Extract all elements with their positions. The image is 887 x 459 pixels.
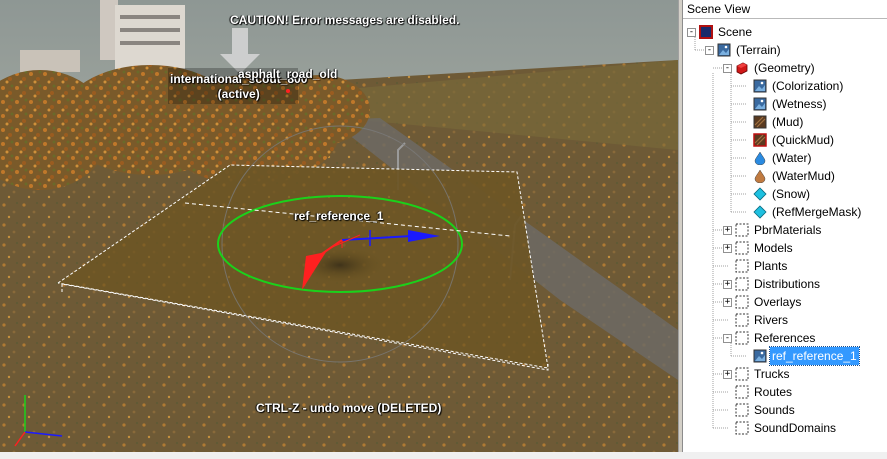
tree-item-references[interactable]: - References <box>683 329 887 347</box>
tree-item-models[interactable]: + Models <box>683 239 887 257</box>
tree-item-label: Routes <box>754 385 793 399</box>
reference-image-icon <box>753 349 767 363</box>
tree-item-label: (WaterMud) <box>772 169 835 183</box>
tree-item-routes[interactable]: Routes <box>683 383 887 401</box>
quickmud-texture-icon <box>753 133 767 147</box>
terrain-scene-render[interactable] <box>0 0 678 452</box>
trucks-folder-icon <box>735 367 749 381</box>
tree-item-label: Overlays <box>754 295 802 309</box>
expand-toggle-overlays[interactable]: + <box>723 298 732 307</box>
tree-item-trucks[interactable]: + Trucks <box>683 365 887 383</box>
expand-toggle-models[interactable]: + <box>723 244 732 253</box>
tree-item-label: ref_reference_1 <box>769 346 860 366</box>
tree-item-refmergemask[interactable]: (RefMergeMask) <box>683 203 887 221</box>
tree-item-scene[interactable]: - Scene <box>683 23 887 41</box>
gizmo-object-label: ref_reference_1 <box>294 209 384 223</box>
tree-item-label: (Water) <box>772 151 812 165</box>
collapse-toggle-terrain[interactable]: - <box>705 46 714 55</box>
references-folder-icon <box>735 331 749 345</box>
terrain-icon <box>717 43 731 57</box>
collapse-toggle-references[interactable]: - <box>723 334 732 343</box>
tree-item-sounddomains[interactable]: SoundDomains <box>683 419 887 437</box>
rivers-folder-icon <box>735 313 749 327</box>
distributions-folder-icon <box>735 277 749 291</box>
tree-item-label: PbrMaterials <box>754 223 822 237</box>
scene-view-title: Scene View <box>683 0 887 19</box>
tree-item-label: Models <box>754 241 793 255</box>
expand-toggle-pbrmaterials[interactable]: + <box>723 226 732 235</box>
selected-object-status: (active) <box>217 87 260 101</box>
tree-item-label: SoundDomains <box>754 421 837 435</box>
tree-item-overlays[interactable]: + Overlays <box>683 293 887 311</box>
tree-item-label: (Wetness) <box>772 97 827 111</box>
tree-item-distributions[interactable]: + Distributions <box>683 275 887 293</box>
sounddomains-folder-icon <box>735 421 749 435</box>
tree-item-label: (Terrain) <box>736 43 781 57</box>
tree-item-quickmud[interactable]: (QuickMud) <box>683 131 887 149</box>
water-drop-icon <box>753 151 767 166</box>
tree-item-ref-reference-1[interactable]: ref_reference_1 <box>683 346 887 366</box>
tree-item-label: (Snow) <box>772 187 811 201</box>
wetness-image-icon <box>753 97 767 111</box>
nearby-object-label: asphalt_road_old <box>238 67 338 81</box>
undo-hint: CTRL-Z - undo move (DELETED) <box>256 401 442 415</box>
tree-item-label: Trucks <box>754 367 790 381</box>
tree-item-label: (RefMergeMask) <box>772 205 862 219</box>
snow-diamond-icon <box>753 187 767 201</box>
scene-view-panel: Scene View - Scene - (Terrain) - (Geometry) (C… <box>682 0 887 452</box>
tree-item-colorization[interactable]: (Colorization) <box>683 77 887 95</box>
tree-item-label: Scene <box>718 25 753 39</box>
tree-item-label: Sounds <box>754 403 795 417</box>
expand-toggle-trucks[interactable]: + <box>723 370 732 379</box>
collapse-toggle-scene[interactable]: - <box>687 28 696 37</box>
tree-item-label: (QuickMud) <box>772 133 835 147</box>
mud-texture-icon <box>753 115 767 129</box>
tree-item-geometry[interactable]: - (Geometry) <box>683 59 887 77</box>
collapse-toggle-geometry[interactable]: - <box>723 64 732 73</box>
3d-viewport[interactable]: CAUTION! Error messages are disabled. in… <box>0 0 678 452</box>
tree-item-label: (Mud) <box>772 115 804 129</box>
refmergemask-diamond-icon <box>753 205 767 219</box>
tree-item-label: References <box>754 331 816 345</box>
tree-item-wetness[interactable]: (Wetness) <box>683 95 887 113</box>
plants-folder-icon <box>735 259 749 273</box>
scene-icon <box>699 25 713 39</box>
tree-item-water[interactable]: (Water) <box>683 149 887 167</box>
tree-item-rivers[interactable]: Rivers <box>683 311 887 329</box>
expand-toggle-distributions[interactable]: + <box>723 280 732 289</box>
colorization-image-icon <box>753 79 767 93</box>
tree-item-plants[interactable]: Plants <box>683 257 887 275</box>
models-folder-icon <box>735 241 749 255</box>
sounds-folder-icon <box>735 403 749 417</box>
tree-item-label: (Colorization) <box>772 79 844 93</box>
watermud-drop-icon <box>753 169 767 184</box>
tree-item-label: Rivers <box>754 313 789 327</box>
tree-item-pbrmaterials[interactable]: + PbrMaterials <box>683 221 887 239</box>
tree-item-sounds[interactable]: Sounds <box>683 401 887 419</box>
tree-item-label: (Geometry) <box>754 61 815 75</box>
tree-item-snow[interactable]: (Snow) <box>683 185 887 203</box>
scene-tree[interactable]: - Scene - (Terrain) - (Geometry) (Colorization… <box>683 19 887 452</box>
routes-folder-icon <box>735 385 749 399</box>
tree-item-label: Plants <box>754 259 788 273</box>
tree-item-terrain[interactable]: - (Terrain) <box>683 41 887 59</box>
geometry-cube-icon <box>735 61 749 75</box>
tree-item-watermud[interactable]: (WaterMud) <box>683 167 887 185</box>
tree-item-label: Distributions <box>754 277 821 291</box>
pbrmaterials-folder-icon <box>735 223 749 237</box>
overlays-folder-icon <box>735 295 749 309</box>
tree-item-mud[interactable]: (Mud) <box>683 113 887 131</box>
caution-message: CAUTION! Error messages are disabled. <box>230 13 460 27</box>
